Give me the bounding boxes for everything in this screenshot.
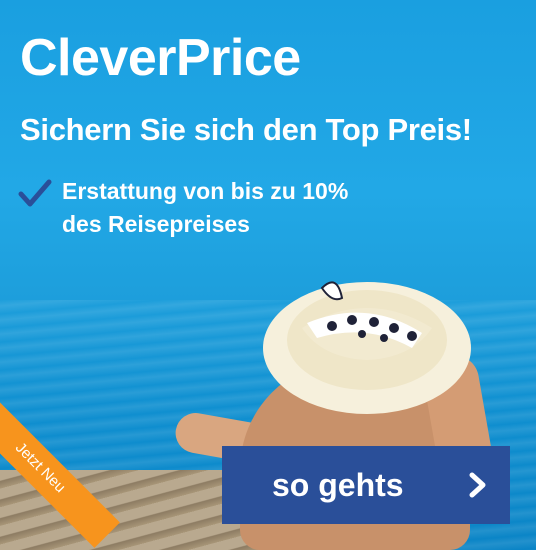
- benefit-line-1: Erstattung von bis zu 10%: [62, 178, 349, 204]
- benefit-line-2: des Reisepreises: [62, 211, 250, 237]
- check-mark-icon: [18, 179, 52, 207]
- cta-button[interactable]: so gehts: [222, 446, 510, 524]
- banner-subtitle: Sichern Sie sich den Top Preis!: [20, 112, 472, 147]
- banner-title: CleverPrice: [20, 29, 301, 87]
- benefit-item: Erstattung von bis zu 10% des Reisepreis…: [18, 175, 348, 241]
- cleverprice-banner[interactable]: CleverPrice Sichern Sie sich den Top Pre…: [0, 0, 536, 550]
- chevron-right-icon: [469, 472, 486, 498]
- cta-label: so gehts: [272, 466, 404, 503]
- benefit-text: Erstattung von bis zu 10% des Reisepreis…: [62, 175, 348, 241]
- sun-hat-image: [263, 281, 471, 414]
